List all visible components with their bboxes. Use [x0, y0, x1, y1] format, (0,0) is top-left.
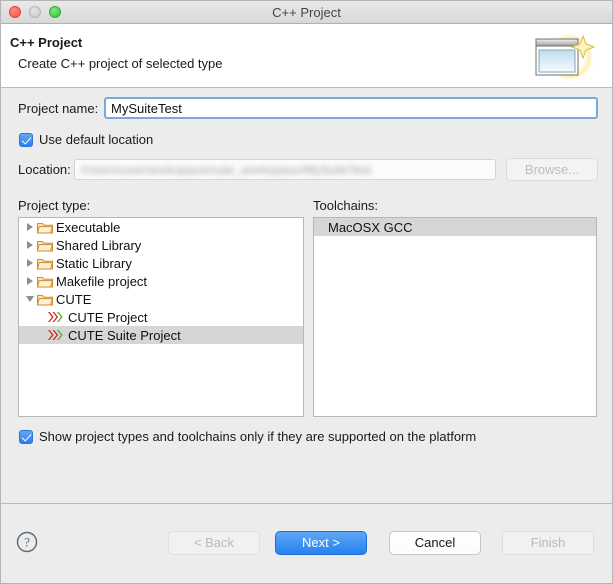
folder-icon: [36, 221, 54, 234]
finish-button[interactable]: Finish: [502, 531, 594, 555]
minimize-button[interactable]: [29, 6, 41, 18]
location-label: Location:: [18, 162, 71, 177]
toolchain-item-label: MacOSX GCC: [328, 219, 413, 235]
expand-arrow-icon[interactable]: [23, 223, 37, 231]
tree-item-cute-project[interactable]: CUTE Project: [19, 308, 303, 326]
folder-icon: [36, 239, 54, 252]
cancel-button[interactable]: Cancel: [389, 531, 481, 555]
wizard-header-subtitle: Create C++ project of selected type: [18, 56, 223, 71]
cute-chevrons-icon: [47, 329, 65, 341]
folder-icon: [36, 257, 54, 270]
location-value-redacted: /Users/user/workspace/cute_workspace/MyS…: [81, 163, 372, 177]
show-supported-checkbox[interactable]: [19, 429, 33, 444]
folder-icon: [36, 293, 54, 306]
zoom-button[interactable]: [49, 6, 61, 18]
cute-chevrons-icon: [47, 311, 65, 323]
tree-item-label: Shared Library: [56, 237, 142, 253]
close-button[interactable]: [9, 6, 21, 18]
project-type-label: Project type:: [18, 198, 91, 213]
toolchains-label: Toolchains:: [313, 198, 379, 213]
window-title: C++ Project: [272, 4, 341, 20]
tree-item-label: CUTE Suite Project: [68, 327, 181, 343]
project-name-label: Project name:: [18, 100, 99, 116]
tree-item-cute[interactable]: CUTE: [19, 290, 303, 308]
expand-arrow-icon[interactable]: [23, 259, 37, 267]
svg-text:?: ?: [24, 535, 30, 550]
folder-icon: [36, 275, 54, 288]
tree-item-label: CUTE: [56, 291, 92, 307]
project-name-row: Project name:: [18, 97, 598, 119]
collapse-arrow-icon[interactable]: [23, 296, 37, 302]
cpp-project-wizard-dialog: C++ Project C++ Project Create C++ proje…: [0, 0, 613, 584]
project-type-tree[interactable]: Executable Shared Library Static Library: [18, 217, 304, 417]
new-project-wizard-icon: [526, 32, 598, 84]
wizard-body: Project name: Use default location Locat…: [1, 88, 612, 583]
tree-item-executable[interactable]: Executable: [19, 218, 303, 236]
expand-arrow-icon[interactable]: [23, 241, 37, 249]
project-name-input[interactable]: [104, 97, 598, 119]
toolchains-list[interactable]: MacOSX GCC: [313, 217, 597, 417]
toolchain-item-macosx-gcc[interactable]: MacOSX GCC: [314, 218, 596, 236]
tree-item-makefile-project[interactable]: Makefile project: [19, 272, 303, 290]
show-supported-row[interactable]: Show project types and toolchains only i…: [19, 429, 476, 444]
tree-item-label: Static Library: [56, 255, 132, 271]
location-input: /Users/user/workspace/cute_workspace/MyS…: [74, 159, 496, 180]
wizard-header: C++ Project Create C++ project of select…: [1, 24, 612, 88]
use-default-location-row[interactable]: Use default location: [19, 132, 153, 147]
tree-item-static-library[interactable]: Static Library: [19, 254, 303, 272]
window-controls: [1, 6, 61, 18]
titlebar: C++ Project: [1, 1, 612, 24]
tree-item-shared-library[interactable]: Shared Library: [19, 236, 303, 254]
tree-item-label: CUTE Project: [68, 309, 148, 325]
browse-button[interactable]: Browse...: [506, 158, 598, 181]
next-button[interactable]: Next >: [275, 531, 367, 555]
show-supported-label: Show project types and toolchains only i…: [39, 429, 477, 444]
tree-item-label: Makefile project: [56, 273, 148, 289]
help-icon[interactable]: ?: [16, 531, 38, 553]
location-row: Location: /Users/user/workspace/cute_wor…: [18, 158, 598, 181]
tree-item-label: Executable: [56, 219, 121, 235]
wizard-footer: ? < Back Next > Cancel Finish: [1, 504, 612, 583]
wizard-header-title: C++ Project: [10, 35, 83, 50]
use-default-location-label: Use default location: [39, 132, 154, 147]
back-button[interactable]: < Back: [168, 531, 260, 555]
use-default-location-checkbox[interactable]: [19, 132, 33, 147]
expand-arrow-icon[interactable]: [23, 277, 37, 285]
tree-item-cute-suite-project[interactable]: CUTE Suite Project: [19, 326, 303, 344]
